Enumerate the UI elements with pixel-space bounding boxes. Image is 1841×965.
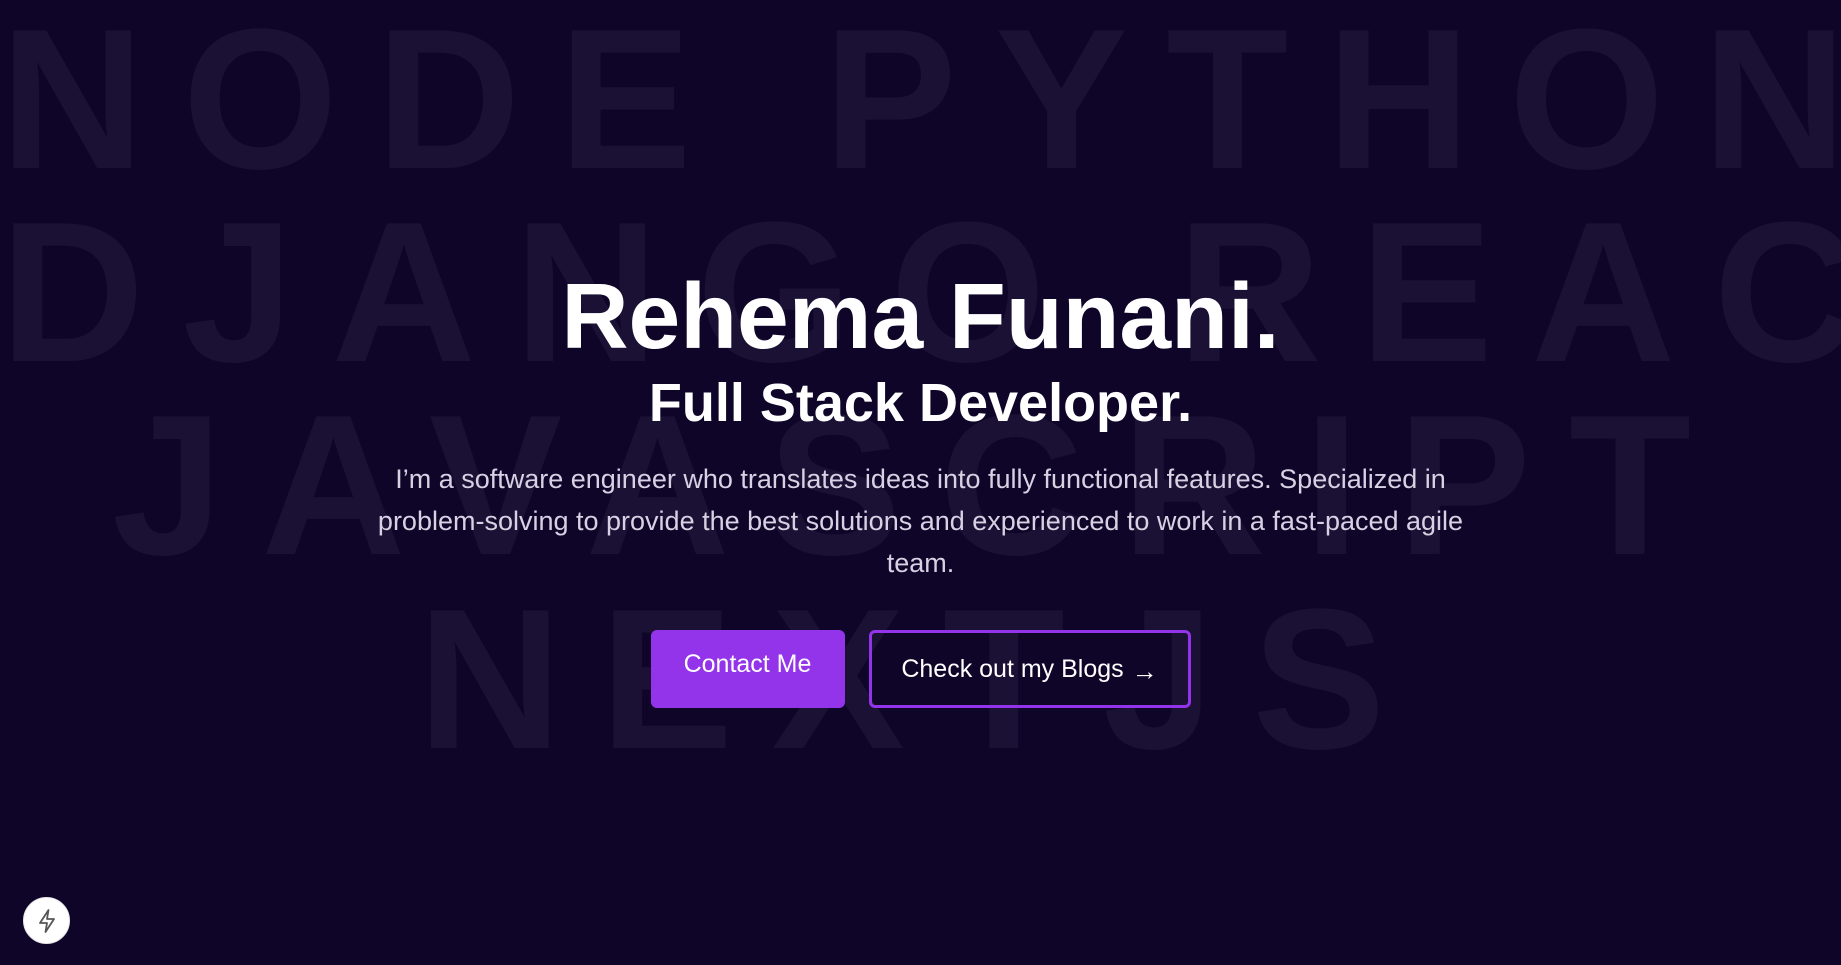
floating-action-button[interactable] bbox=[23, 897, 70, 944]
background-word-line: NODE PYTHON bbox=[0, 0, 1841, 211]
hero-actions: Contact Me Check out my Blogs → bbox=[0, 630, 1841, 708]
hero-role: Full Stack Developer. bbox=[648, 373, 1193, 433]
check-blogs-button[interactable]: Check out my Blogs → bbox=[868, 630, 1191, 708]
hero-section: Rehema Funani. Full Stack Developer. I’m… bbox=[0, 262, 1841, 708]
check-blogs-label: Check out my Blogs bbox=[901, 654, 1124, 683]
hero-name: Rehema Funani. bbox=[561, 264, 1280, 368]
page: NODE PYTHON DJANGO REACT JAVASCRIPT NEXT… bbox=[0, 0, 1841, 965]
hero-bio: I’m a software engineer who translates i… bbox=[377, 464, 1464, 578]
arrow-right-icon: → bbox=[1131, 656, 1158, 686]
lightning-bolt-icon bbox=[38, 908, 55, 933]
contact-me-button[interactable]: Contact Me bbox=[650, 630, 845, 708]
